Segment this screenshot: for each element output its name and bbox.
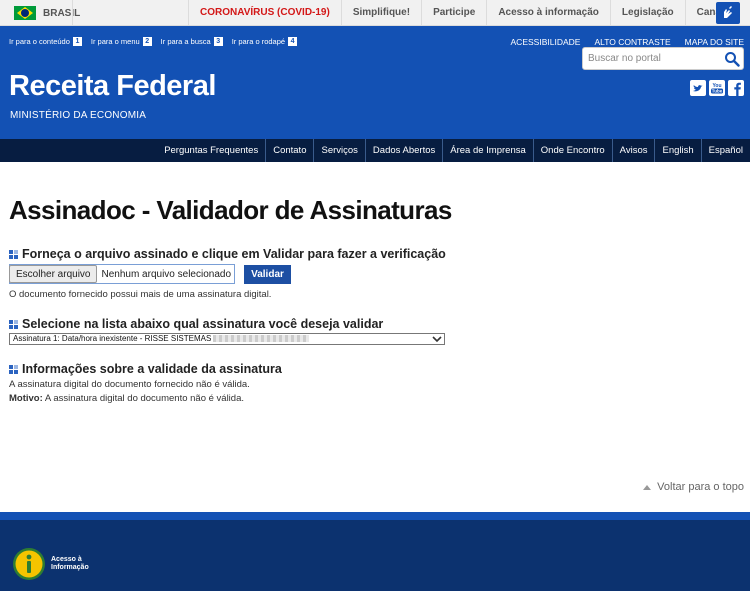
reason-message: Motivo: A assinatura digital do document… <box>9 393 244 404</box>
skip-to-content[interactable]: Ir para o conteúdo 1 <box>9 37 82 46</box>
brasil-link[interactable]: BRASIL <box>14 5 80 21</box>
nav-espanol[interactable]: Español <box>700 139 750 162</box>
sign-language-hands-icon <box>724 6 732 18</box>
skip-to-footer[interactable]: Ir para o rodapé 4 <box>232 37 298 46</box>
search-input[interactable] <box>582 47 744 70</box>
section-bullet-icon <box>9 319 18 329</box>
section-validity-heading: Informações sobre a validade da assinatu… <box>9 362 282 376</box>
skip-to-menu[interactable]: Ir para o menu 2 <box>91 37 152 46</box>
section-bullet-icon <box>9 364 18 374</box>
main-nav-bar: Perguntas Frequentes Contato Serviços Da… <box>0 139 750 162</box>
social-links: You Tube <box>690 80 747 96</box>
validate-button[interactable]: Validar <box>244 265 291 284</box>
youtube-icon[interactable]: You Tube <box>709 80 725 96</box>
gov-links: CORONAVÍRUS (COVID-19) Simplifique! Part… <box>188 0 740 26</box>
file-name-label: Nenhum arquivo selecionado <box>101 268 232 280</box>
vlibras-accessibility-button[interactable] <box>716 2 740 24</box>
search-icon[interactable] <box>724 51 740 67</box>
reason-label: Motivo: <box>9 393 43 404</box>
site-footer <box>0 512 750 591</box>
main-nav-links: Perguntas Frequentes Contato Serviços Da… <box>157 139 750 162</box>
redacted-text <box>213 335 310 343</box>
section-select-heading: Selecione na lista abaixo qual assinatur… <box>9 317 383 331</box>
link-alto-contraste[interactable]: ALTO CONTRASTE <box>594 37 670 47</box>
info-icon[interactable] <box>12 547 46 581</box>
choose-file-button[interactable]: Escolher arquivo <box>9 265 98 283</box>
govbar-link-acesso-informacao[interactable]: Acesso à informação <box>486 0 610 26</box>
validity-message: A assinatura digital do documento fornec… <box>9 379 250 390</box>
gov-top-bar: BRASIL CORONAVÍRUS (COVID-19) Simplifiqu… <box>0 0 750 26</box>
skip-to-search[interactable]: Ir para a busca 3 <box>161 37 223 46</box>
govbar-link-simplifique[interactable]: Simplifique! <box>340 0 421 26</box>
link-mapa-do-site[interactable]: MAPA DO SITE <box>685 37 744 47</box>
nav-servicos[interactable]: Serviços <box>313 139 364 162</box>
nav-english[interactable]: English <box>654 139 700 162</box>
facebook-icon[interactable] <box>728 80 744 96</box>
nav-area-de-imprensa[interactable]: Área de Imprensa <box>442 139 533 162</box>
chevron-down-icon[interactable] <box>432 335 442 343</box>
site-title[interactable]: Receita Federal <box>9 70 216 103</box>
twitter-icon[interactable] <box>690 80 706 96</box>
nav-avisos[interactable]: Avisos <box>611 139 655 162</box>
nav-contato[interactable]: Contato <box>265 139 313 162</box>
brazil-flag-icon <box>14 6 36 20</box>
section-bullet-icon <box>9 249 18 259</box>
reason-text: A assinatura digital do documento não é … <box>42 393 245 404</box>
nav-onde-encontro[interactable]: Onde Encontro <box>532 139 612 162</box>
arrow-up-icon <box>643 484 652 490</box>
signature-select[interactable]: Assinatura 1: Data/hora inexistente - RI… <box>9 333 445 345</box>
multiple-signatures-message: O documento fornecido possui mais de uma… <box>9 289 272 300</box>
nav-dados-abertos[interactable]: Dados Abertos <box>364 139 442 162</box>
link-acessibilidade[interactable]: ACESSIBILIDADE <box>511 37 581 47</box>
nav-perguntas-frequentes[interactable]: Perguntas Frequentes <box>157 139 265 162</box>
svg-text:Tube: Tube <box>712 89 723 94</box>
brasil-label: BRASIL <box>43 7 81 19</box>
info-access-label[interactable]: Acesso à Informação <box>51 556 91 572</box>
page-title: Assinadoc - Validador de Assinaturas <box>9 195 452 225</box>
back-to-top-link[interactable]: Voltar para o topo <box>643 481 744 493</box>
govbar-link-covid[interactable]: CORONAVÍRUS (COVID-19) <box>188 0 341 26</box>
header-top-links: ACESSIBILIDADE ALTO CONTRASTE MAPA DO SI… <box>497 37 744 47</box>
govbar-link-participe[interactable]: Participe <box>421 0 486 26</box>
skip-links: Ir para o conteúdo 1 Ir para o menu 2 Ir p… <box>9 37 306 46</box>
signature-select-value: Assinatura 1: Data/hora inexistente - RI… <box>13 334 212 343</box>
section-file-heading: Forneça o arquivo assinado e clique em V… <box>9 247 446 261</box>
govbar-link-legislacao[interactable]: Legislação <box>609 0 685 26</box>
file-input[interactable]: Escolher arquivo Nenhum arquivo selecion… <box>9 265 231 283</box>
site-header: Ir para o conteúdo 1 Ir para o menu 2 Ir p… <box>0 26 750 139</box>
site-subtitle: MINISTÉRIO DA ECONOMIA <box>10 110 147 121</box>
